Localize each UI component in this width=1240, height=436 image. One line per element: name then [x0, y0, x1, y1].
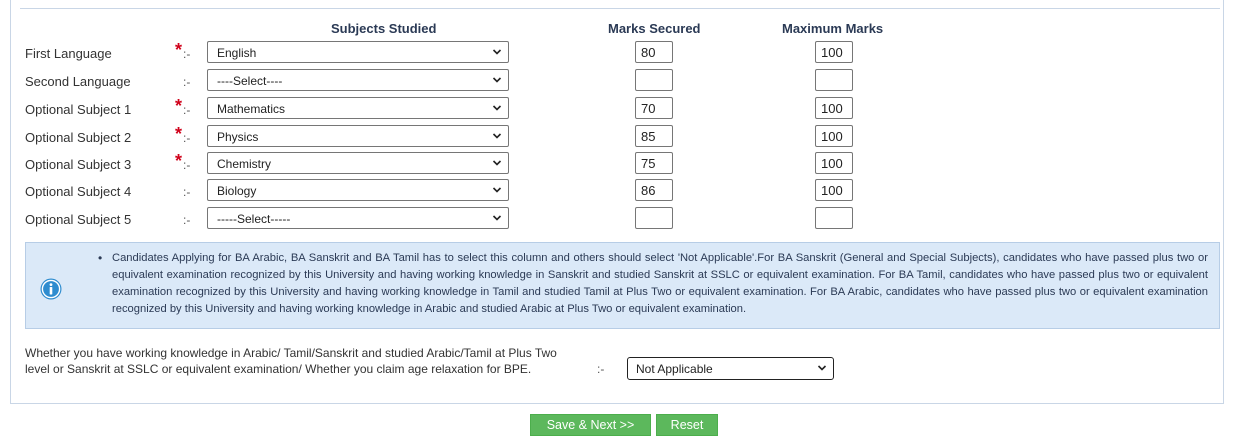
maximum-marks-input[interactable]: 100: [815, 41, 853, 63]
marks-secured-input[interactable]: 85: [635, 125, 673, 147]
marks-secured-input[interactable]: 80: [635, 41, 673, 63]
chevron-down-icon: [492, 77, 502, 83]
row-colon: :-: [183, 103, 191, 117]
subject-select-value: ----Select----: [217, 74, 283, 88]
subject-row: Optional Subject 5 :- -----Select-----: [0, 207, 1240, 233]
marks-secured-value: 86: [641, 183, 656, 198]
marks-secured-value: 80: [641, 45, 656, 60]
subject-row: Optional Subject 3 * :- Chemistry 75 100: [0, 152, 1240, 178]
row-colon: :-: [183, 158, 191, 172]
maximum-marks-input[interactable]: 100: [815, 97, 853, 119]
subject-select-value: Biology: [217, 184, 257, 198]
maximum-marks-value: 100: [821, 156, 843, 171]
question-colon: :-: [597, 362, 605, 376]
subject-row: Optional Subject 4 :- Biology 86 100: [0, 179, 1240, 205]
subject-row: First Language * :- English 80 100: [0, 41, 1240, 67]
subject-row-label: Optional Subject 1: [25, 102, 132, 117]
marks-secured-input[interactable]: 86: [635, 179, 673, 201]
required-marker: *: [175, 96, 183, 116]
subject-select-value: Physics: [217, 130, 259, 144]
subject-select[interactable]: ----Select----: [207, 69, 509, 91]
row-colon: :-: [183, 185, 191, 199]
subject-select[interactable]: -----Select-----: [207, 207, 509, 229]
subject-select-value: English: [217, 46, 257, 60]
subject-row-label: Optional Subject 2: [25, 130, 132, 145]
subject-row-label: Optional Subject 3: [25, 157, 132, 172]
subject-select[interactable]: Chemistry: [207, 152, 509, 174]
info-text-block: • Candidates Applying for BA Arabic, BA …: [98, 250, 1208, 318]
marks-secured-input[interactable]: 75: [635, 152, 673, 174]
language-knowledge-question: Whether you have working knowledge in Ar…: [25, 346, 557, 376]
header-subjects-studied: Subjects Studied: [331, 21, 437, 36]
subject-row-label: Optional Subject 5: [25, 212, 132, 227]
header-maximum-marks: Maximum Marks: [782, 21, 884, 36]
marks-secured-input[interactable]: 70: [635, 97, 673, 119]
maximum-marks-input[interactable]: [815, 207, 853, 229]
chevron-down-icon: [492, 133, 502, 139]
maximum-marks-value: 100: [821, 183, 843, 198]
save-next-button[interactable]: Save & Next >>: [530, 414, 651, 436]
marks-secured-input[interactable]: [635, 207, 673, 229]
maximum-marks-value: 100: [821, 101, 843, 116]
info-notice: • Candidates Applying for BA Arabic, BA …: [25, 242, 1220, 329]
chevron-down-icon: [492, 160, 502, 166]
row-colon: :-: [183, 213, 191, 227]
subject-row-label: Optional Subject 4: [25, 184, 132, 199]
row-colon: :-: [183, 131, 191, 145]
subject-select-value: -----Select-----: [217, 212, 291, 226]
subject-row: Optional Subject 2 * :- Physics 85 100: [0, 125, 1240, 151]
divider: [20, 8, 1220, 9]
maximum-marks-input[interactable]: 100: [815, 152, 853, 174]
subject-select-value: Chemistry: [217, 157, 272, 171]
language-knowledge-select[interactable]: Not Applicable: [627, 357, 834, 380]
reset-button[interactable]: Reset: [656, 414, 718, 436]
maximum-marks-value: 100: [821, 129, 843, 144]
subject-select[interactable]: Biology: [207, 179, 509, 201]
subject-row: Optional Subject 1 * :- Mathematics 70 1…: [0, 97, 1240, 123]
info-text: Candidates Applying for BA Arabic, BA Sa…: [112, 252, 1208, 315]
info-icon: [40, 278, 62, 300]
chevron-down-icon: [492, 215, 502, 221]
chevron-down-icon: [492, 187, 502, 193]
required-marker: *: [175, 40, 183, 60]
bullet-icon: •: [98, 251, 103, 265]
chevron-down-icon: [492, 105, 502, 111]
subject-select-value: Mathematics: [217, 102, 286, 116]
header-marks-secured: Marks Secured: [608, 21, 701, 36]
chevron-down-icon: [817, 365, 827, 371]
required-marker: *: [175, 124, 183, 144]
maximum-marks-input[interactable]: 100: [815, 179, 853, 201]
subject-select[interactable]: English: [207, 41, 509, 63]
subject-row-label: First Language: [25, 46, 112, 61]
maximum-marks-input[interactable]: [815, 69, 853, 91]
chevron-down-icon: [492, 49, 502, 55]
marks-secured-value: 85: [641, 129, 656, 144]
marks-secured-value: 75: [641, 156, 656, 171]
subject-select[interactable]: Mathematics: [207, 97, 509, 119]
marks-secured-input[interactable]: [635, 69, 673, 91]
maximum-marks-value: 100: [821, 45, 843, 60]
required-marker: *: [175, 151, 183, 171]
marks-secured-value: 70: [641, 101, 656, 116]
maximum-marks-input[interactable]: 100: [815, 125, 853, 147]
subject-row: Second Language :- ----Select----: [0, 69, 1240, 95]
row-colon: :-: [183, 75, 191, 89]
subject-select[interactable]: Physics: [207, 125, 509, 147]
subject-row-label: Second Language: [25, 74, 131, 89]
language-knowledge-value: Not Applicable: [636, 362, 713, 376]
row-colon: :-: [183, 47, 191, 61]
